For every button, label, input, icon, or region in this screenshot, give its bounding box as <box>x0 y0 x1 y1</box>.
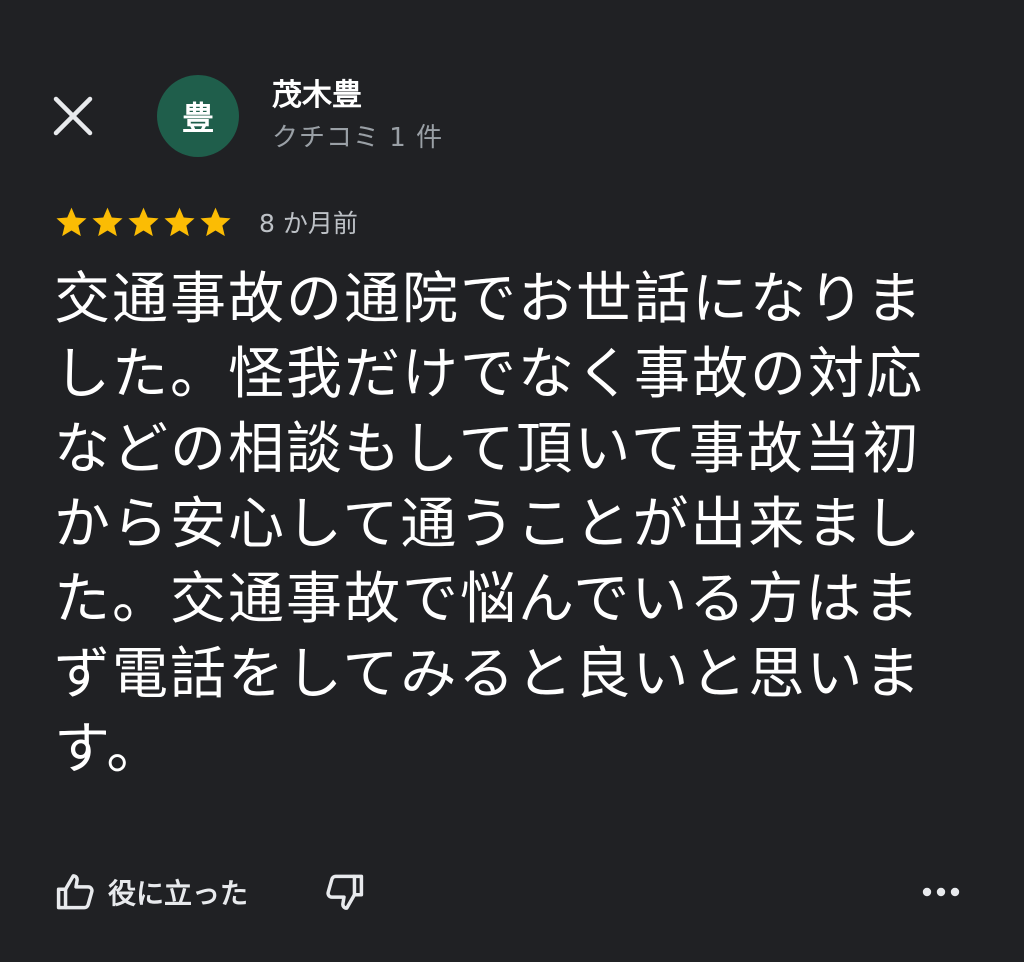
star-icon <box>164 207 195 236</box>
star-icon <box>56 207 87 236</box>
review-count: クチコミ 1 件 <box>272 123 444 153</box>
more-horiz-icon <box>922 887 960 897</box>
close-button[interactable] <box>52 95 94 137</box>
review-text: 交通事故の通院でお世話になりました。怪我だけでなく事故の対応などの相談もして頂い… <box>54 267 924 782</box>
not-helpful-button[interactable] <box>322 870 366 914</box>
helpful-label: 役に立った <box>108 877 249 910</box>
star-icon <box>200 207 231 236</box>
star-icon <box>128 207 159 236</box>
review-actions: 役に立った <box>54 866 366 918</box>
star-rating <box>54 205 233 240</box>
star-icon <box>92 207 123 236</box>
thumbs-down-icon <box>326 874 364 910</box>
avatar[interactable]: 豊 <box>157 75 239 157</box>
close-icon <box>53 96 93 136</box>
helpful-button[interactable]: 役に立った <box>54 870 248 914</box>
thumbs-up-icon <box>56 874 94 910</box>
more-options-button[interactable] <box>918 870 964 914</box>
rating-row: 8 か月前 <box>54 202 358 242</box>
avatar-letter: 豊 <box>181 99 214 137</box>
reviewer-name[interactable]: 茂木豊 <box>272 76 362 116</box>
review-date: 8 か月前 <box>259 209 358 238</box>
